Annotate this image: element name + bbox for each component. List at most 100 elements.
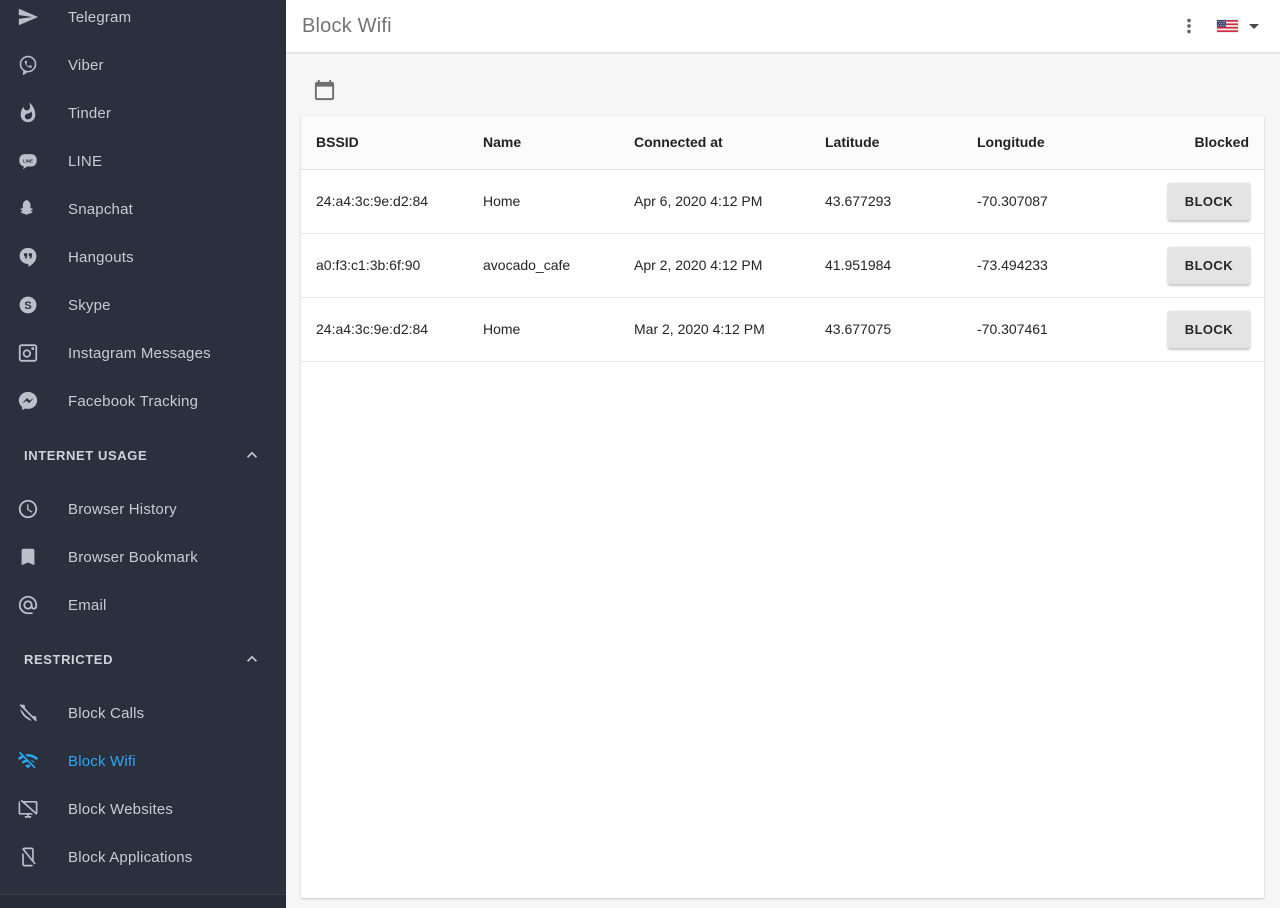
- sidebar-item-label: Browser History: [68, 501, 177, 518]
- sidebar-section-internet-usage[interactable]: INTERNET USAGE: [0, 431, 286, 479]
- sidebar-item-label: Block Applications: [68, 849, 193, 866]
- sidebar-section-restricted[interactable]: RESTRICTED: [0, 635, 286, 683]
- sidebar-item-label: Block Calls: [68, 705, 144, 722]
- cell-longitude: -70.307461: [962, 297, 1114, 361]
- sidebar-item-tinder[interactable]: Tinder: [0, 89, 286, 137]
- cell-bssid: 24:a4:3c:9e:d2:84: [301, 297, 468, 361]
- cell-latitude: 43.677293: [810, 169, 962, 233]
- app-root: Telegram Viber Tinder LINE LINE: [0, 0, 1280, 908]
- column-header-blocked: Blocked: [1114, 116, 1264, 169]
- mobile-off-icon: [16, 845, 40, 869]
- sidebar-item-label: Browser Bookmark: [68, 549, 198, 566]
- content-toolbar: [286, 53, 1280, 116]
- chevron-down-icon: [1249, 24, 1259, 29]
- wifi-table: BSSID Name Connected at Latitude Longitu…: [301, 116, 1264, 362]
- sidebar-item-block-websites[interactable]: Block Websites: [0, 785, 286, 833]
- section-title: INTERNET USAGE: [24, 448, 147, 463]
- topbar-actions: [1178, 14, 1259, 38]
- block-button[interactable]: BLOCK: [1168, 183, 1250, 220]
- cell-latitude: 41.951984: [810, 233, 962, 297]
- content-area: BSSID Name Connected at Latitude Longitu…: [286, 53, 1280, 908]
- block-button[interactable]: BLOCK: [1168, 311, 1250, 348]
- sidebar-nav: Telegram Viber Tinder LINE LINE: [0, 0, 286, 881]
- cell-name: Home: [468, 297, 619, 361]
- sidebar-item-line[interactable]: LINE LINE: [0, 137, 286, 185]
- sidebar: Telegram Viber Tinder LINE LINE: [0, 0, 286, 908]
- sidebar-item-block-wifi[interactable]: Block Wifi: [0, 737, 286, 785]
- column-header-bssid: BSSID: [301, 116, 468, 169]
- sidebar-item-label: Telegram: [68, 9, 131, 26]
- instagram-icon: [16, 341, 40, 365]
- chevron-up-icon: [242, 649, 262, 669]
- sidebar-item-browser-bookmark[interactable]: Browser Bookmark: [0, 533, 286, 581]
- cell-connected-at: Apr 6, 2020 4:12 PM: [619, 169, 810, 233]
- cell-connected-at: Apr 2, 2020 4:12 PM: [619, 233, 810, 297]
- sidebar-item-label: Email: [68, 597, 107, 614]
- cell-blocked: BLOCK: [1114, 169, 1264, 233]
- sidebar-item-snapchat[interactable]: Snapchat: [0, 185, 286, 233]
- sidebar-item-label: Block Wifi: [68, 753, 136, 770]
- cell-name: avocado_cafe: [468, 233, 619, 297]
- cell-bssid: a0:f3:c1:3b:6f:90: [301, 233, 468, 297]
- viber-icon: [16, 53, 40, 77]
- monitor-off-icon: [16, 797, 40, 821]
- sidebar-item-label: LINE: [68, 153, 102, 170]
- sidebar-item-label: Block Websites: [68, 801, 173, 818]
- facebook-messenger-icon: [16, 389, 40, 413]
- sidebar-spacer: [0, 881, 286, 894]
- sidebar-item-label: Viber: [68, 57, 104, 74]
- cell-latitude: 43.677075: [810, 297, 962, 361]
- wifi-table-card: BSSID Name Connected at Latitude Longitu…: [301, 116, 1264, 898]
- line-icon: LINE: [16, 149, 40, 173]
- wifi-off-icon: [16, 749, 40, 773]
- sidebar-item-email[interactable]: Email: [0, 581, 286, 629]
- cell-longitude: -73.494233: [962, 233, 1114, 297]
- calendar-icon: [313, 79, 336, 102]
- topbar: Block Wifi: [286, 0, 1280, 53]
- hangouts-icon: [16, 245, 40, 269]
- sidebar-item-telegram[interactable]: Telegram: [0, 0, 286, 41]
- block-button[interactable]: BLOCK: [1168, 247, 1250, 284]
- column-header-longitude: Longitude: [962, 116, 1114, 169]
- section-title: RESTRICTED: [24, 652, 113, 667]
- sidebar-item-block-applications[interactable]: Block Applications: [0, 833, 286, 881]
- sidebar-item-skype[interactable]: S Skype: [0, 281, 286, 329]
- more-options-button[interactable]: [1178, 14, 1202, 38]
- cell-blocked: BLOCK: [1114, 297, 1264, 361]
- sidebar-item-label: Facebook Tracking: [68, 393, 198, 410]
- sidebar-item-label: Snapchat: [68, 201, 133, 218]
- column-header-name: Name: [468, 116, 619, 169]
- sidebar-item-label: Tinder: [68, 105, 111, 122]
- table-row: 24:a4:3c:9e:d2:84 Home Apr 6, 2020 4:12 …: [301, 169, 1264, 233]
- sidebar-item-browser-history[interactable]: Browser History: [0, 485, 286, 533]
- chevron-up-icon: [242, 445, 262, 465]
- email-at-icon: [16, 593, 40, 617]
- table-header-row: BSSID Name Connected at Latitude Longitu…: [301, 116, 1264, 169]
- column-header-connected-at: Connected at: [619, 116, 810, 169]
- column-header-latitude: Latitude: [810, 116, 962, 169]
- cell-name: Home: [468, 169, 619, 233]
- us-flag-icon: [1217, 20, 1238, 32]
- skype-icon: S: [16, 293, 40, 317]
- sidebar-item-block-calls[interactable]: Block Calls: [0, 689, 286, 737]
- sidebar-item-label: Skype: [68, 297, 111, 314]
- sidebar-item-hangouts[interactable]: Hangouts: [0, 233, 286, 281]
- table-row: a0:f3:c1:3b:6f:90 avocado_cafe Apr 2, 20…: [301, 233, 1264, 297]
- cell-blocked: BLOCK: [1114, 233, 1264, 297]
- cell-bssid: 24:a4:3c:9e:d2:84: [301, 169, 468, 233]
- sidebar-item-label: Instagram Messages: [68, 345, 211, 362]
- kebab-menu-icon: [1178, 15, 1202, 37]
- sidebar-item-facebook-tracking[interactable]: Facebook Tracking: [0, 377, 286, 425]
- main-area: Block Wifi: [286, 0, 1280, 908]
- date-filter-button[interactable]: [313, 79, 336, 102]
- clock-icon: [16, 497, 40, 521]
- sidebar-item-instagram-messages[interactable]: Instagram Messages: [0, 329, 286, 377]
- sidebar-item-viber[interactable]: Viber: [0, 41, 286, 89]
- bookmark-icon: [16, 545, 40, 569]
- snapchat-icon: [16, 197, 40, 221]
- svg-text:LINE: LINE: [23, 158, 33, 163]
- telegram-icon: [16, 5, 40, 29]
- language-selector[interactable]: [1217, 20, 1259, 32]
- tinder-icon: [16, 101, 40, 125]
- table-row: 24:a4:3c:9e:d2:84 Home Mar 2, 2020 4:12 …: [301, 297, 1264, 361]
